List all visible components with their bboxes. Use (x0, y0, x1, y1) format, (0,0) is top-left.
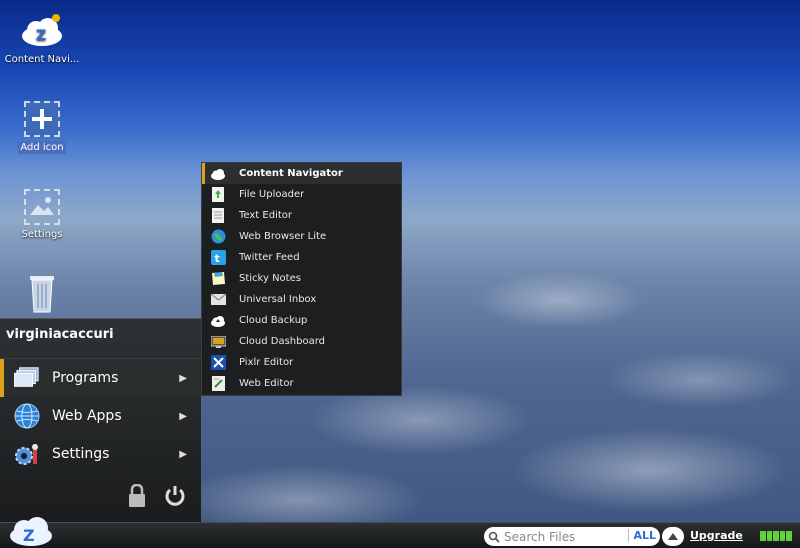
submenu-item-label: Sticky Notes (239, 273, 301, 284)
svg-text:Z: Z (23, 526, 35, 545)
start-menu: virginiacaccuri Programs ▶ Web Apps ▶ Se… (0, 318, 201, 522)
cloud-upload-icon (210, 313, 226, 329)
chevron-up-icon (668, 533, 678, 540)
power-icon[interactable] (163, 484, 187, 512)
cloud-z-icon: Z (10, 517, 52, 546)
web-editor-icon (210, 376, 226, 392)
svg-text:t: t (214, 252, 219, 265)
recycle-bin-icon (30, 276, 54, 313)
start-menu-actions (127, 483, 187, 512)
battery-indicator (760, 531, 792, 541)
search-box: ALL (484, 527, 660, 546)
start-item-label: Settings (52, 446, 110, 462)
desktop-icon-label: Content Navi... (4, 54, 80, 65)
submenu-item-web-browser-lite[interactable]: Web Browser Lite (202, 226, 401, 247)
submenu-item-label: Cloud Dashboard (239, 336, 325, 347)
search-input[interactable] (504, 529, 628, 544)
cloud-icon (210, 166, 226, 182)
submenu-item-cloud-dashboard[interactable]: Cloud Dashboard (202, 331, 401, 352)
submenu-item-label: Content Navigator (239, 168, 343, 179)
submenu-item-label: Cloud Backup (239, 315, 308, 326)
svg-text:Z: Z (36, 28, 46, 44)
gears-icon (14, 441, 40, 467)
taskbar: Z ALL Upgrade (0, 517, 800, 548)
start-button[interactable]: Z (8, 515, 54, 547)
submenu-item-label: Text Editor (239, 210, 292, 221)
cloud-z-icon: Z (22, 14, 62, 46)
submenu-item-label: Twitter Feed (239, 252, 300, 263)
chevron-right-icon: ▶ (179, 372, 187, 384)
globe-icon (14, 403, 40, 429)
submenu-item-label: Universal Inbox (239, 294, 317, 305)
submenu-item-universal-inbox[interactable]: Universal Inbox (202, 289, 401, 310)
submenu-item-content-navigator[interactable]: Content Navigator (202, 163, 401, 184)
submenu-item-file-uploader[interactable]: File Uploader (202, 184, 401, 205)
username: virginiacaccuri (0, 319, 201, 359)
chevron-right-icon: ▶ (179, 448, 187, 460)
submenu-item-label: Pixlr Editor (239, 357, 294, 368)
submenu-item-label: File Uploader (239, 189, 305, 200)
programs-submenu: Content Navigator File Uploader Text Edi… (201, 162, 402, 396)
desktop-icon-content-navigator[interactable]: Z Content Navi... (0, 10, 84, 65)
desktop-icon-label: Settings (21, 229, 63, 240)
document-icon (210, 208, 226, 224)
start-item-web-apps[interactable]: Web Apps ▶ (0, 397, 201, 435)
desktop-icon-add[interactable]: Add icon (0, 101, 84, 154)
submenu-item-cloud-backup[interactable]: Cloud Backup (202, 310, 401, 331)
file-upload-icon (210, 187, 226, 203)
lock-icon[interactable] (127, 483, 147, 512)
taskbar-expand-button[interactable] (662, 527, 684, 546)
search-icon (488, 531, 500, 543)
submenu-item-twitter-feed[interactable]: t Twitter Feed (202, 247, 401, 268)
desktop-icon-label: Add icon (18, 141, 66, 154)
desktop-icon-recycle-bin[interactable] (0, 272, 84, 316)
start-item-programs[interactable]: Programs ▶ (0, 359, 201, 397)
start-item-label: Programs (52, 370, 119, 386)
pixlr-icon (210, 355, 226, 371)
chevron-right-icon: ▶ (179, 410, 187, 422)
image-placeholder-icon (24, 189, 60, 225)
submenu-item-text-editor[interactable]: Text Editor (202, 205, 401, 226)
upgrade-link[interactable]: Upgrade (690, 529, 743, 542)
add-icon (24, 101, 60, 137)
dashboard-icon (210, 334, 226, 350)
programs-icon (14, 365, 40, 391)
submenu-item-label: Web Editor (239, 378, 294, 389)
envelope-icon (210, 292, 226, 308)
desktop-icon-settings[interactable]: Settings (0, 189, 84, 240)
sticky-note-icon (210, 271, 226, 287)
start-item-settings[interactable]: Settings ▶ (0, 435, 201, 473)
search-scope-dropdown[interactable]: ALL (628, 529, 656, 542)
submenu-item-pixlr-editor[interactable]: Pixlr Editor (202, 352, 401, 373)
submenu-item-sticky-notes[interactable]: Sticky Notes (202, 268, 401, 289)
submenu-item-web-editor[interactable]: Web Editor (202, 373, 401, 394)
submenu-item-label: Web Browser Lite (239, 231, 327, 242)
globe-icon (210, 229, 226, 245)
twitter-icon: t (210, 250, 226, 266)
start-item-label: Web Apps (52, 408, 122, 424)
